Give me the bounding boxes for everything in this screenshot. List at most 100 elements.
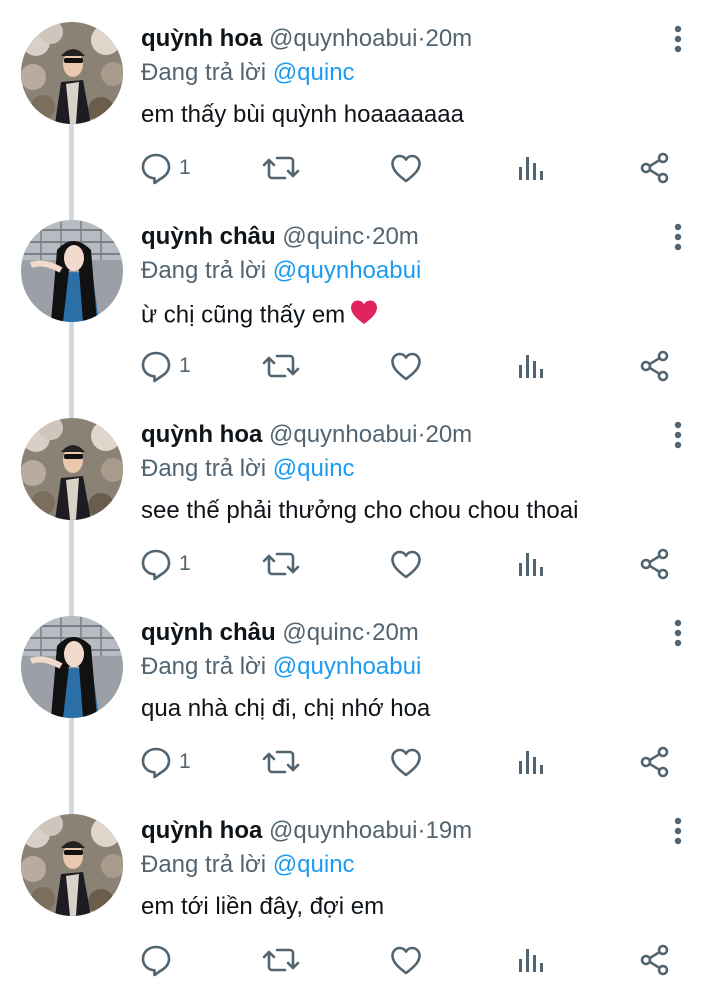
mention-link[interactable]: @quinc xyxy=(273,59,355,86)
tweet-text-content: em thấy bùi quỳnh hoaaaaaaa xyxy=(141,101,464,128)
share-icon xyxy=(638,745,672,779)
mention-link[interactable]: @quynhoabui xyxy=(273,653,421,680)
share-icon xyxy=(638,151,672,185)
retweet-button[interactable] xyxy=(261,744,301,780)
avatar[interactable] xyxy=(21,616,123,718)
user-handle[interactable]: @quynhoabui xyxy=(269,421,417,448)
tweet[interactable]: quỳnh hoa @quynhoabui·20m Đang trả lời @… xyxy=(0,0,720,220)
avatar[interactable] xyxy=(21,22,123,124)
like-button[interactable] xyxy=(389,744,423,780)
more-vertical-icon[interactable] xyxy=(664,420,692,450)
avatar[interactable] xyxy=(21,418,123,520)
user-handle[interactable]: @quynhoabui xyxy=(269,817,417,844)
like-icon xyxy=(389,151,423,185)
action-bar: 1 xyxy=(0,348,720,384)
views-icon xyxy=(516,549,546,579)
like-button[interactable] xyxy=(389,150,423,186)
tweet-text: qua nhà chị đi, chị nhớ hoa xyxy=(141,694,430,724)
reply-icon xyxy=(139,547,173,581)
display-name[interactable]: quỳnh hoa xyxy=(141,817,262,844)
replying-to: Đang trả lời @quinc xyxy=(141,850,355,880)
more-vertical-icon[interactable] xyxy=(664,816,692,846)
like-icon xyxy=(389,943,423,977)
more-vertical-icon[interactable] xyxy=(664,24,692,54)
reply-button[interactable]: 1 xyxy=(139,150,191,186)
timestamp[interactable]: 20m xyxy=(425,421,472,448)
like-button[interactable] xyxy=(389,942,423,978)
retweet-icon xyxy=(261,745,301,779)
replying-to: Đang trả lời @quinc xyxy=(141,454,355,484)
reply-button[interactable]: 1 xyxy=(139,546,191,582)
share-button[interactable] xyxy=(638,348,672,384)
replying-to: Đang trả lời @quynhoabui xyxy=(141,256,421,286)
timestamp[interactable]: 20m xyxy=(425,25,472,52)
tweet[interactable]: quỳnh hoa @quynhoabui·20m Đang trả lời @… xyxy=(0,396,720,616)
share-button[interactable] xyxy=(638,942,672,978)
separator: · xyxy=(364,223,373,250)
display-name[interactable]: quỳnh châu xyxy=(141,619,276,646)
tweet-text-content: qua nhà chị đi, chị nhớ hoa xyxy=(141,695,431,722)
reply-button[interactable] xyxy=(139,942,179,978)
views-button[interactable] xyxy=(516,942,546,978)
mention-link[interactable]: @quinc xyxy=(273,455,355,482)
reply-icon xyxy=(139,349,173,383)
retweet-button[interactable] xyxy=(261,150,301,186)
retweet-button[interactable] xyxy=(261,348,301,384)
views-button[interactable] xyxy=(516,546,546,582)
user-handle[interactable]: @quinc xyxy=(282,619,364,646)
views-button[interactable] xyxy=(516,744,546,780)
more-vertical-icon[interactable] xyxy=(664,618,692,648)
share-button[interactable] xyxy=(638,744,672,780)
reply-button[interactable]: 1 xyxy=(139,744,191,780)
tweet-text: ừ chị cũng thấy em xyxy=(141,298,379,334)
replying-to-label: Đang trả lời xyxy=(141,851,267,878)
share-icon xyxy=(638,943,672,977)
replying-to: Đang trả lời @quinc xyxy=(141,58,355,88)
tweet[interactable]: quỳnh châu @quinc·20m Đang trả lời @quyn… xyxy=(0,198,720,418)
avatar[interactable] xyxy=(21,220,123,322)
separator: · xyxy=(364,619,373,646)
replying-to-label: Đang trả lời xyxy=(141,455,267,482)
share-button[interactable] xyxy=(638,150,672,186)
red-heart-emoji xyxy=(349,298,379,334)
mention-link[interactable]: @quynhoabui xyxy=(273,257,421,284)
retweet-button[interactable] xyxy=(261,942,301,978)
views-icon xyxy=(516,351,546,381)
retweet-icon xyxy=(261,943,301,977)
views-button[interactable] xyxy=(516,348,546,384)
user-handle[interactable]: @quynhoabui xyxy=(269,25,417,52)
display-name[interactable]: quỳnh châu xyxy=(141,223,276,250)
reply-button[interactable]: 1 xyxy=(139,348,191,384)
reply-count: 1 xyxy=(179,750,191,773)
more-vertical-icon[interactable] xyxy=(664,222,692,252)
reply-icon xyxy=(139,151,173,185)
action-bar: 1 xyxy=(0,744,720,780)
views-button[interactable] xyxy=(516,150,546,186)
like-button[interactable] xyxy=(389,546,423,582)
replying-to-label: Đang trả lời xyxy=(141,257,267,284)
mention-link[interactable]: @quinc xyxy=(273,851,355,878)
timestamp[interactable]: 20m xyxy=(372,223,419,250)
avatar[interactable] xyxy=(21,814,123,916)
tweet-header: quỳnh hoa @quynhoabui·20m xyxy=(141,420,472,450)
share-button[interactable] xyxy=(638,546,672,582)
like-icon xyxy=(389,349,423,383)
display-name[interactable]: quỳnh hoa xyxy=(141,25,262,52)
tweet[interactable]: quỳnh hoa @quynhoabui·19m Đang trả lời @… xyxy=(0,792,720,990)
retweet-button[interactable] xyxy=(261,546,301,582)
timestamp[interactable]: 20m xyxy=(372,619,419,646)
like-button[interactable] xyxy=(389,348,423,384)
tweet[interactable]: quỳnh châu @quinc·20m Đang trả lời @quyn… xyxy=(0,594,720,814)
tweet-text-content: ừ chị cũng thấy em xyxy=(141,301,346,329)
user-handle[interactable]: @quinc xyxy=(282,223,364,250)
reply-count: 1 xyxy=(179,552,191,575)
tweet-text: see thế phải thưởng cho chou chou thoai xyxy=(141,496,578,526)
tweet-header: quỳnh châu @quinc·20m xyxy=(141,222,419,252)
like-icon xyxy=(389,547,423,581)
share-icon xyxy=(638,547,672,581)
display-name[interactable]: quỳnh hoa xyxy=(141,421,262,448)
views-icon xyxy=(516,153,546,183)
retweet-icon xyxy=(261,151,301,185)
reply-icon xyxy=(139,745,173,779)
timestamp[interactable]: 19m xyxy=(425,817,472,844)
